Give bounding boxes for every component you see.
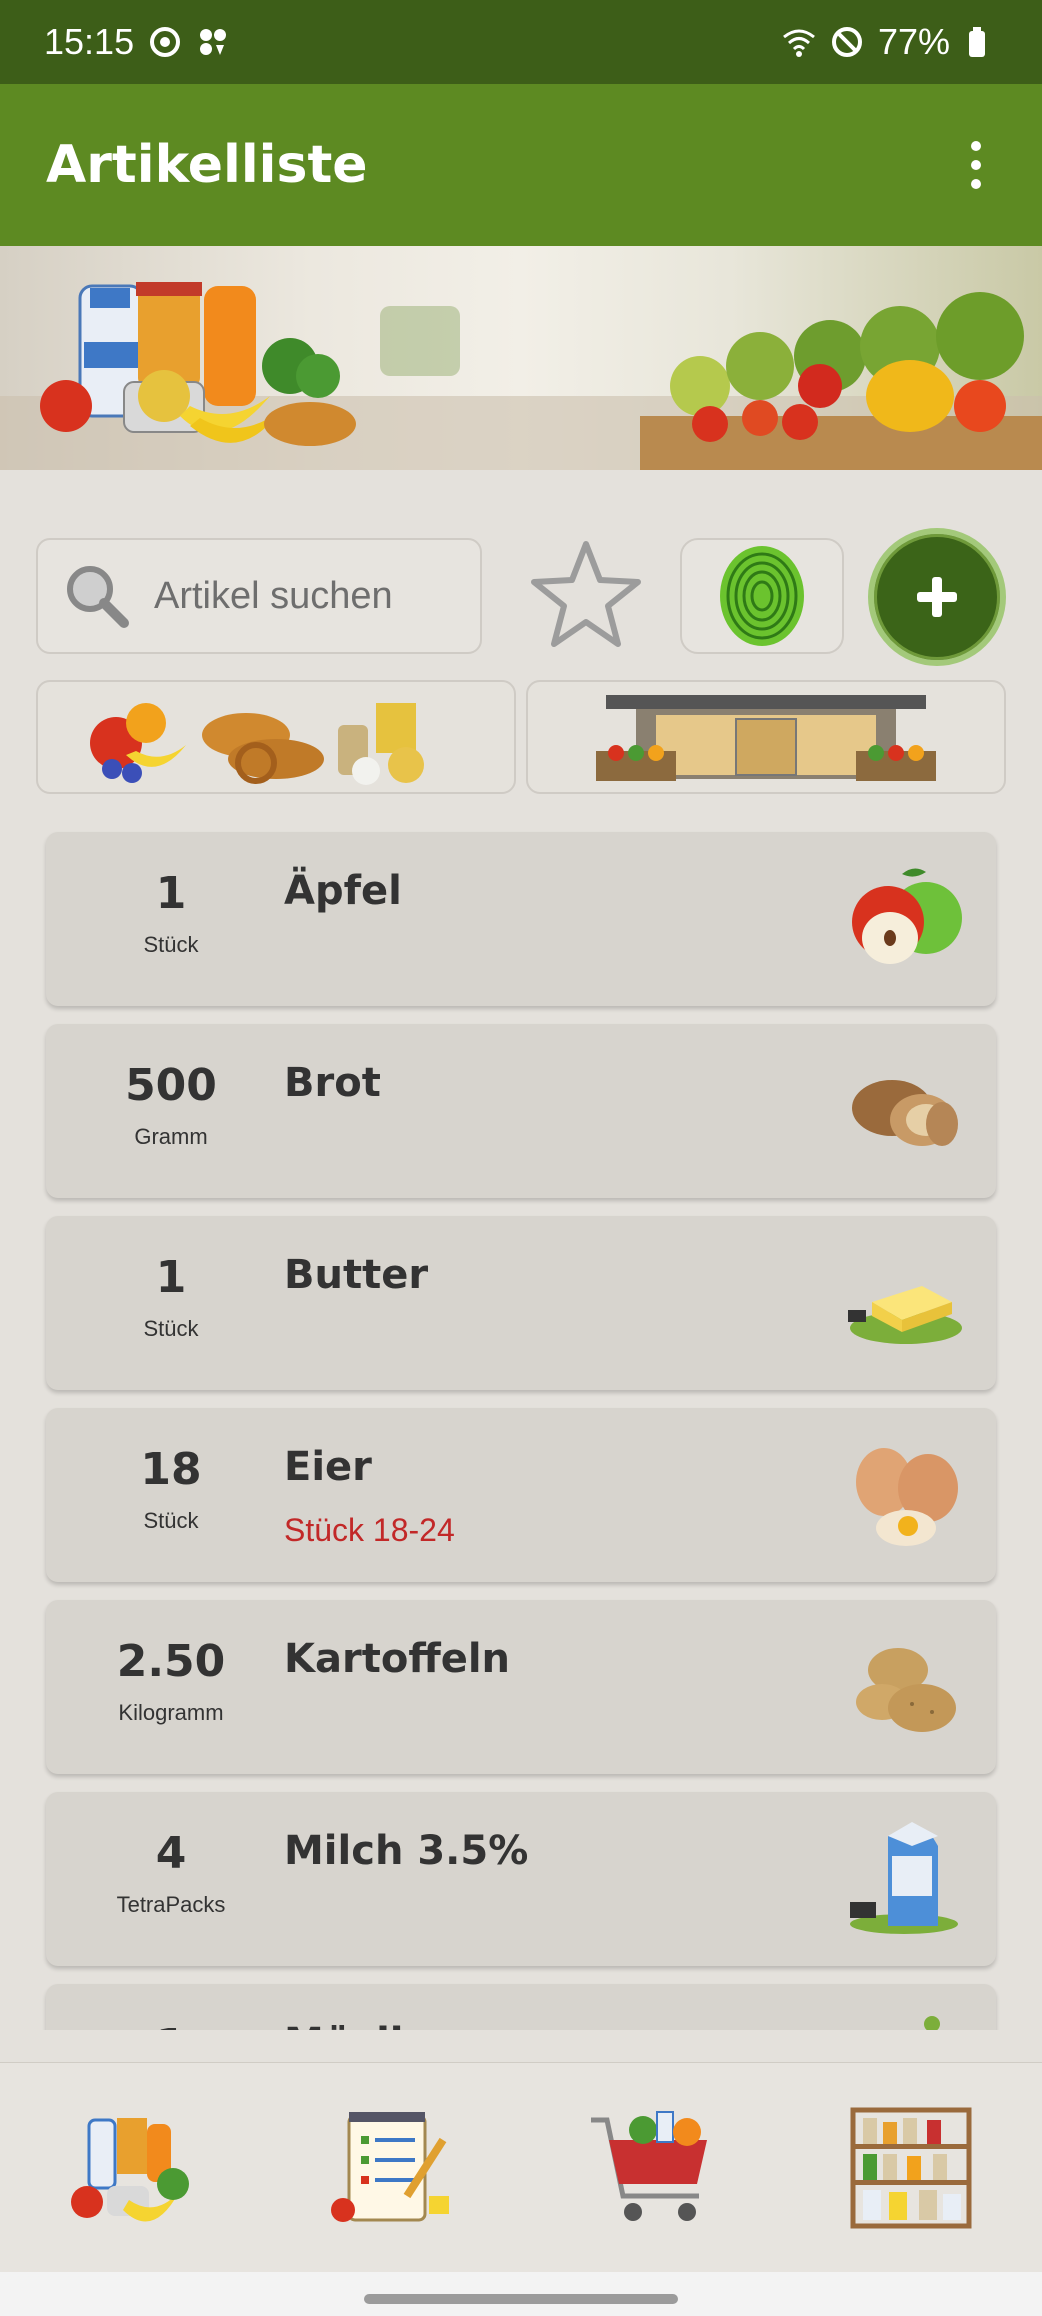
milk-carton-icon [850, 1822, 958, 1934]
list-item[interactable]: 1 Stück Äpfel [46, 832, 996, 1006]
list-item[interactable]: 4 TetraPacks Milch 3.5% [46, 1792, 996, 1966]
page-title: Artikelliste [46, 135, 368, 195]
list-item[interactable]: 1 Stück Butter [46, 1216, 996, 1390]
item-quantity: 1 [155, 868, 187, 919]
more-vert-icon[interactable] [956, 135, 996, 195]
item-note: Stück 18-24 [284, 1512, 455, 1548]
nav-pantry[interactable] [836, 2093, 986, 2243]
status-time: 15:15 [44, 21, 135, 62]
groceries-icon [71, 2118, 189, 2222]
list-item[interactable]: 1 Müsli [46, 1984, 996, 2030]
nav-shopping-list[interactable] [316, 2093, 466, 2243]
bread-icon [852, 1080, 958, 1146]
nav-groceries[interactable] [56, 2093, 206, 2243]
battery-icon [969, 27, 985, 57]
item-unit: Gramm [134, 1124, 208, 1149]
category-row [36, 680, 1006, 794]
potato-icon [856, 1648, 956, 1732]
bottom-navigation [0, 2062, 1042, 2272]
item-unit: Stück [143, 1508, 199, 1533]
add-item-button[interactable] [868, 528, 1006, 666]
item-quantity: 500 [125, 1060, 217, 1111]
wifi-icon [783, 29, 815, 57]
status-left: 15:15 [44, 21, 230, 63]
fingerprint-button[interactable] [680, 538, 844, 654]
sync-icon [150, 27, 181, 57]
item-name: Äpfel [284, 868, 402, 914]
food-categories-button[interactable] [36, 680, 516, 794]
item-name: Butter [284, 1252, 429, 1298]
item-quantity: 2.50 [116, 1636, 226, 1687]
item-unit: Stück [143, 932, 199, 957]
pantry-shelf-icon [850, 2107, 972, 2229]
list-item[interactable]: 500 Gramm Brot [46, 1024, 996, 1198]
status-right: 77% [782, 21, 998, 63]
search-input[interactable] [154, 574, 454, 618]
star-icon [531, 541, 641, 647]
nav-shopping-cart[interactable] [576, 2093, 726, 2243]
item-name: Müsli [284, 2020, 404, 2030]
item-unit: Stück [143, 1316, 199, 1341]
groceries-banner-icon [0, 282, 1042, 470]
supermarket-storefront-icon [596, 695, 936, 781]
assistant-icon [200, 29, 227, 55]
add-icon [917, 577, 957, 617]
app-bar: Artikelliste [0, 84, 1042, 246]
item-quantity: 1 [46, 2020, 296, 2030]
item-name: Eier [284, 1444, 372, 1490]
food-categories-icon [90, 703, 424, 785]
status-bar: 15:15 77% [0, 0, 1042, 84]
item-unit: Kilogramm [118, 1700, 224, 1725]
shopping-list-icon [331, 2112, 449, 2222]
item-quantity: 18 [140, 1444, 202, 1495]
favorites-button[interactable] [528, 538, 644, 654]
shopping-cart-icon [591, 2111, 707, 2221]
header-banner-image [0, 246, 1042, 470]
stores-button[interactable] [526, 680, 1006, 794]
item-name: Milch 3.5% [284, 1828, 529, 1874]
item-quantity: 4 [155, 1828, 187, 1879]
item-unit: TetraPacks [116, 1892, 226, 1917]
cereal-icon [924, 2016, 940, 2030]
search-icon [67, 566, 129, 628]
item-name: Brot [284, 1060, 381, 1106]
eggs-icon [856, 1448, 958, 1546]
item-name: Kartoffeln [284, 1636, 511, 1682]
do-not-disturb-icon [831, 27, 862, 57]
toolbar [0, 528, 1042, 666]
butter-icon [848, 1286, 962, 1344]
gesture-area [0, 2272, 1042, 2316]
gesture-handle[interactable] [364, 2294, 678, 2304]
apple-icon [852, 868, 962, 964]
battery-percent: 77% [877, 21, 950, 62]
search-box[interactable] [36, 538, 482, 654]
list-item[interactable]: 18 Stück Eier Stück 18-24 [46, 1408, 996, 1582]
fingerprint-icon [720, 546, 804, 646]
item-quantity: 1 [155, 1252, 187, 1303]
list-item[interactable]: 2.50 Kilogramm Kartoffeln [46, 1600, 996, 1774]
item-list[interactable]: 1 Stück Äpfel 500 Gramm Brot 1 Stück But… [0, 818, 1042, 2030]
